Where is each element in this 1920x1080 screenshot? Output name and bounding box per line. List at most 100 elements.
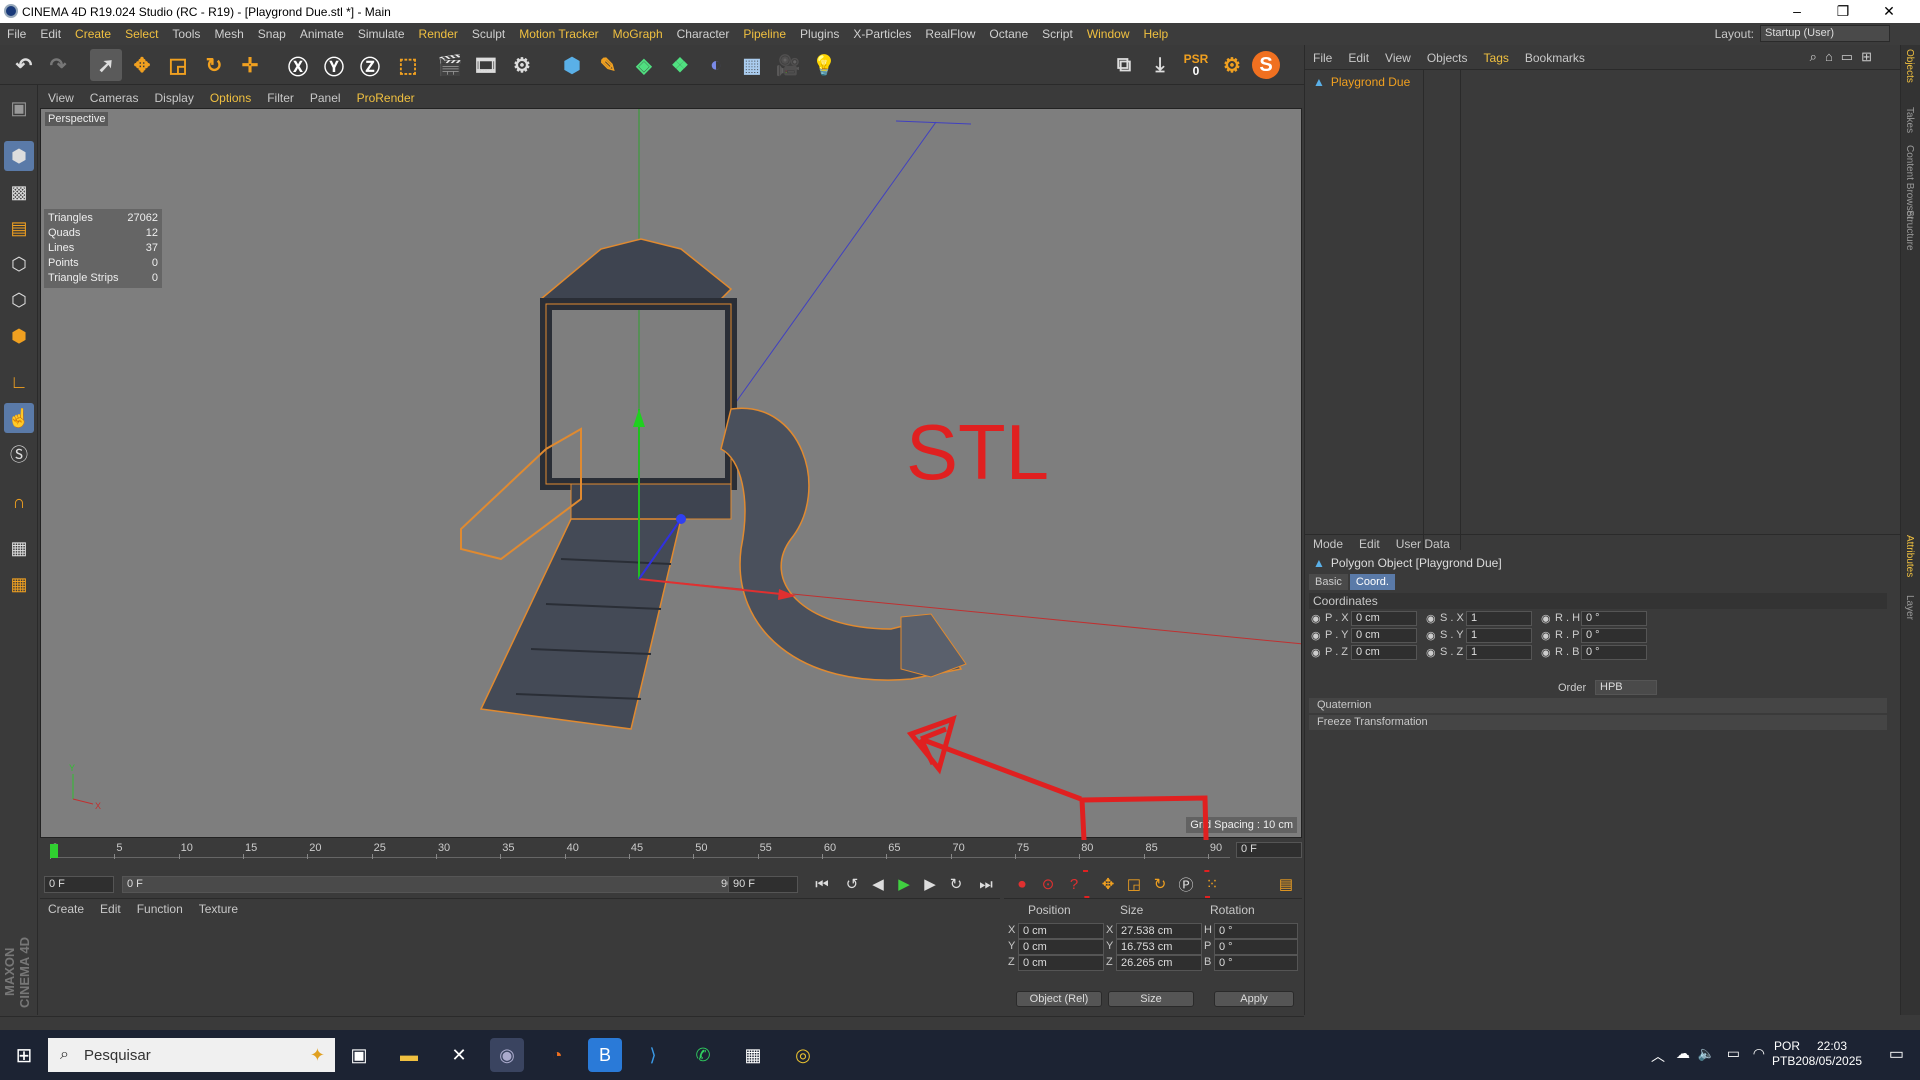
subdivision-surface-icon[interactable]: ◈ bbox=[628, 49, 660, 81]
live-selection-icon[interactable]: ➚ bbox=[90, 49, 122, 81]
texture-mode-icon[interactable]: ▩ bbox=[4, 177, 34, 207]
viewport-menu-display[interactable]: Display bbox=[146, 91, 201, 105]
plugin-gear-icon[interactable]: ⚙ bbox=[1216, 49, 1248, 81]
menu-item-sculpt[interactable]: Sculpt bbox=[465, 27, 512, 41]
radio-icon[interactable]: ◉ bbox=[1426, 612, 1436, 625]
menu-item-x-particles[interactable]: X-Particles bbox=[846, 27, 918, 41]
menu-item-create[interactable]: Create bbox=[68, 27, 118, 41]
material-menu-create[interactable]: Create bbox=[40, 902, 92, 916]
menu-item-animate[interactable]: Animate bbox=[293, 27, 351, 41]
layout-dropdown[interactable]: Startup (User) bbox=[1760, 25, 1890, 42]
expand-panel-icon[interactable]: ⊞ bbox=[1861, 49, 1872, 65]
cinema4d-taskbar-icon[interactable]: ◉ bbox=[490, 1038, 524, 1072]
keyframe-selection-icon[interactable]: ? bbox=[1062, 874, 1086, 894]
blender-icon[interactable]: ◔ bbox=[540, 1038, 574, 1072]
make-editable-icon[interactable]: ▣ bbox=[4, 93, 34, 123]
camera-icon[interactable]: 🎥 bbox=[772, 49, 804, 81]
key-rotation-icon[interactable]: ↻ bbox=[1148, 874, 1172, 894]
menu-item-snap[interactable]: Snap bbox=[251, 27, 293, 41]
size-field[interactable]: 27.538 cm bbox=[1116, 923, 1202, 939]
order-dropdown[interactable]: HPB bbox=[1595, 680, 1657, 695]
points-mode-icon[interactable]: ⬡ bbox=[4, 249, 34, 279]
attribute-field[interactable]: 1 bbox=[1466, 628, 1532, 643]
b-app-icon[interactable]: B bbox=[588, 1038, 622, 1072]
object-menu-tags[interactable]: Tags bbox=[1476, 51, 1517, 65]
spline-pen-icon[interactable]: ✎ bbox=[592, 49, 624, 81]
radio-icon[interactable]: ◉ bbox=[1311, 629, 1321, 642]
tweak-mode-icon[interactable]: ☝ bbox=[4, 403, 34, 433]
menu-item-realflow[interactable]: RealFlow bbox=[918, 27, 982, 41]
size-mode-dropdown[interactable]: Size bbox=[1108, 991, 1194, 1007]
menu-item-script[interactable]: Script bbox=[1035, 27, 1080, 41]
model-mode-icon[interactable]: ⬢ bbox=[4, 141, 34, 171]
previous-key-icon[interactable]: ↺ bbox=[840, 874, 864, 894]
workplane-lock-icon[interactable]: ▦ bbox=[4, 533, 34, 563]
playhead[interactable] bbox=[50, 844, 58, 858]
undo-icon[interactable]: ↶ bbox=[8, 49, 40, 81]
end-frame-field[interactable]: 90 F bbox=[728, 876, 798, 893]
calculator-icon[interactable]: ▦ bbox=[736, 1038, 770, 1072]
start-frame-field[interactable]: 0 F bbox=[44, 876, 114, 893]
windows-start-icon[interactable]: ⊞ bbox=[0, 1030, 48, 1080]
menu-item-window[interactable]: Window bbox=[1080, 27, 1137, 41]
next-frame-icon[interactable]: ▶ bbox=[918, 874, 942, 894]
render-picture-viewer-icon[interactable]: 🎞 bbox=[470, 49, 502, 81]
light-icon[interactable]: 💡 bbox=[808, 49, 840, 81]
language-indicator[interactable]: POR PTB2 bbox=[1772, 1039, 1802, 1069]
attribute-field[interactable]: 1 bbox=[1466, 611, 1532, 626]
side-tab-structure[interactable]: Structure bbox=[1904, 210, 1915, 251]
whatsapp-icon[interactable]: ✆ bbox=[686, 1038, 720, 1072]
redo-icon[interactable]: ↷ bbox=[42, 49, 74, 81]
attribute-field[interactable]: 0 cm bbox=[1351, 611, 1417, 626]
close-button[interactable]: ✕ bbox=[1866, 0, 1912, 23]
scale-tool-icon[interactable]: ◲ bbox=[162, 49, 194, 81]
wifi-icon[interactable]: ◠ bbox=[1753, 1045, 1765, 1062]
apply-button[interactable]: Apply bbox=[1214, 991, 1294, 1007]
minimize-button[interactable]: – bbox=[1774, 0, 1820, 23]
coordinate-system-icon[interactable]: ⬚ bbox=[392, 49, 424, 81]
attribute-field[interactable]: 0 cm bbox=[1351, 645, 1417, 660]
menu-item-simulate[interactable]: Simulate bbox=[351, 27, 412, 41]
size-field[interactable]: 16.753 cm bbox=[1116, 939, 1202, 955]
attribute-menu-mode[interactable]: Mode bbox=[1305, 537, 1351, 551]
attribute-menu-edit[interactable]: Edit bbox=[1351, 537, 1388, 551]
radio-icon[interactable]: ◉ bbox=[1541, 629, 1551, 642]
material-menu-edit[interactable]: Edit bbox=[92, 902, 129, 916]
menu-item-plugins[interactable]: Plugins bbox=[793, 27, 846, 41]
object-menu-bookmarks[interactable]: Bookmarks bbox=[1517, 51, 1593, 65]
search-icon[interactable]: ⌕ bbox=[1810, 49, 1817, 65]
rotation-field[interactable]: 0 ° bbox=[1214, 923, 1298, 939]
attribute-field[interactable]: 0 ° bbox=[1581, 645, 1647, 660]
size-field[interactable]: 26.265 cm bbox=[1116, 955, 1202, 971]
recent-tools-icon[interactable]: ✛ bbox=[234, 49, 266, 81]
menu-item-octane[interactable]: Octane bbox=[982, 27, 1035, 41]
material-menu-texture[interactable]: Texture bbox=[191, 902, 246, 916]
vscode-icon[interactable]: ⟩ bbox=[636, 1038, 670, 1072]
position-field[interactable]: 0 cm bbox=[1018, 939, 1104, 955]
frame-range-slider[interactable]: 0 F 90 F bbox=[122, 876, 752, 893]
notification-icon[interactable]: ▭ bbox=[1889, 1044, 1904, 1064]
object-menu-edit[interactable]: Edit bbox=[1340, 51, 1377, 65]
psr-indicator[interactable]: PSR 0 bbox=[1180, 49, 1212, 81]
perspective-viewport[interactable]: Perspective Triangles 27062 Quads 12 Lines 37… bbox=[40, 108, 1302, 838]
side-tab-attributes[interactable]: Attributes bbox=[1904, 535, 1915, 577]
file-explorer-icon[interactable]: ▬ bbox=[392, 1038, 426, 1072]
z-axis-lock-icon[interactable]: Ⓩ bbox=[354, 49, 386, 81]
menu-item-character[interactable]: Character bbox=[670, 27, 737, 41]
radio-icon[interactable]: ◉ bbox=[1311, 612, 1321, 625]
attribute-field[interactable]: 1 bbox=[1466, 645, 1532, 660]
key-position-icon[interactable]: ✥ bbox=[1096, 874, 1120, 894]
menu-item-edit[interactable]: Edit bbox=[33, 27, 68, 41]
maximize-button[interactable]: ❐ bbox=[1820, 0, 1866, 23]
minimize-panel-icon[interactable]: ▭ bbox=[1841, 49, 1853, 65]
menu-item-select[interactable]: Select bbox=[118, 27, 165, 41]
play-icon[interactable]: ▶ bbox=[892, 874, 916, 894]
object-menu-file[interactable]: File bbox=[1305, 51, 1340, 65]
render-view-icon[interactable]: 🎬 bbox=[434, 49, 466, 81]
polygons-mode-icon[interactable]: ⬢ bbox=[4, 321, 34, 351]
side-tab-layer[interactable]: Layer bbox=[1904, 595, 1915, 620]
download-icon[interactable]: ⤓ bbox=[1144, 49, 1176, 81]
next-key-icon[interactable]: ↻ bbox=[944, 874, 968, 894]
viewport-menu-cameras[interactable]: Cameras bbox=[82, 91, 147, 105]
edges-mode-icon[interactable]: ⬡ bbox=[4, 285, 34, 315]
